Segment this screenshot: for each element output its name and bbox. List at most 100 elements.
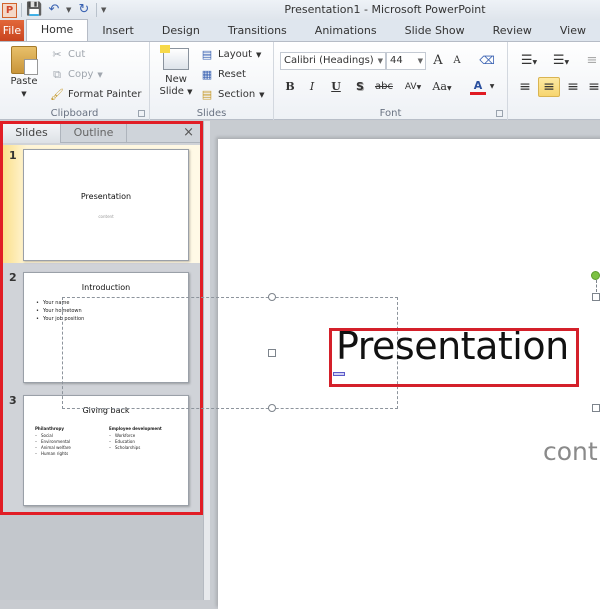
bold-icon: B xyxy=(285,80,295,93)
text-shadow-icon: S xyxy=(356,80,364,93)
slide-thumbnail[interactable]: Giving back Philanthropy Social Environm… xyxy=(23,395,189,506)
bullets-icon: ☰ xyxy=(520,53,533,68)
resize-handle-top-right[interactable] xyxy=(592,293,600,301)
tab-slide-show[interactable]: Slide Show xyxy=(391,20,479,41)
thumb-title: Introduction xyxy=(81,283,131,292)
font-size-value: 44 xyxy=(390,55,403,66)
paragraph-group: ☰▼ ☰▼ ≡ ≡ ≡ ≡ ≡ xyxy=(508,42,600,120)
font-name-value: Calibri (Headings) xyxy=(284,55,374,66)
numbering-button[interactable]: ☰▼ xyxy=(548,52,574,70)
tab-transitions[interactable]: Transitions xyxy=(214,20,301,41)
font-color-dropdown-icon[interactable]: ▼ xyxy=(488,78,496,96)
font-size-select[interactable]: 44 ▼ xyxy=(386,52,426,70)
grow-font-icon: A xyxy=(433,53,443,68)
slide-thumbnail[interactable]: Presentation content xyxy=(23,149,189,261)
format-painter-button[interactable]: 🖌 Format Painter xyxy=(50,87,141,103)
slide-thumbnail-row-1[interactable]: 1 Presentation content xyxy=(3,145,200,263)
font-group: Calibri (Headings) ▼ 44 ▼ A A ⌫ B I U S … xyxy=(274,42,508,120)
italic-button[interactable]: I xyxy=(304,78,320,96)
font-color-button[interactable]: A xyxy=(470,78,486,95)
slides-group: New Slide ▼ ▤ Layout ▼ ▦ Reset ▤ Section… xyxy=(150,42,274,120)
new-slide-dropdown-icon: ▼ xyxy=(187,88,193,96)
slide-number: 2 xyxy=(9,271,17,284)
slides-group-label: Slides xyxy=(196,108,227,119)
new-slide-button[interactable]: New Slide ▼ xyxy=(156,45,196,98)
text-shadow-button[interactable]: S xyxy=(352,78,368,96)
strikethrough-button[interactable]: abc xyxy=(374,78,394,96)
thumb-column-item: Human rights xyxy=(35,451,71,457)
section-icon: ▤ xyxy=(201,88,213,101)
section-dropdown-icon: ▼ xyxy=(259,91,265,99)
case-dropdown-icon: ▼ xyxy=(446,85,452,92)
paste-icon xyxy=(11,46,38,75)
clipboard-dialog-launcher[interactable] xyxy=(138,110,145,117)
underline-button[interactable]: U xyxy=(328,78,344,96)
resize-handle-bottom-left[interactable] xyxy=(268,404,276,412)
tab-slides[interactable]: Slides xyxy=(3,124,61,143)
layout-label: Layout xyxy=(218,49,252,60)
strikethrough-icon: abc xyxy=(375,81,393,92)
close-pane-icon[interactable]: × xyxy=(183,125,194,140)
tab-file[interactable]: File xyxy=(0,20,24,41)
section-button[interactable]: ▤ Section ▼ xyxy=(200,87,265,103)
align-right-button[interactable]: ≡ xyxy=(564,78,582,96)
new-slide-label-1: New xyxy=(165,74,187,85)
copy-icon: ⧉ xyxy=(53,68,61,81)
layout-button[interactable]: ▤ Layout ▼ xyxy=(200,47,262,63)
change-case-icon: Aa xyxy=(432,80,447,93)
new-slide-label-2: Slide xyxy=(159,86,184,97)
bullets-dropdown-icon: ▼ xyxy=(532,59,538,66)
slide-number: 1 xyxy=(9,149,17,162)
font-dialog-launcher[interactable] xyxy=(496,110,503,117)
font-color-icon: A xyxy=(473,79,483,92)
resize-handle-bottom-right[interactable] xyxy=(592,404,600,412)
thumb-column-item: Scholarships xyxy=(109,445,162,451)
copy-dropdown-icon: ▼ xyxy=(97,71,103,79)
font-name-select[interactable]: Calibri (Headings) ▼ xyxy=(280,52,386,70)
slide-number: 3 xyxy=(9,394,17,407)
font-group-label: Font xyxy=(379,108,402,119)
reset-button[interactable]: ▦ Reset xyxy=(200,67,246,83)
paste-button[interactable]: Paste ▼ xyxy=(6,46,42,100)
slide-subtitle-text[interactable]: cont xyxy=(543,437,598,466)
justify-button[interactable]: ≡ xyxy=(586,78,600,96)
tab-outline[interactable]: Outline xyxy=(61,124,127,143)
tab-animations[interactable]: Animations xyxy=(301,20,391,41)
cut-label: Cut xyxy=(68,49,86,60)
font-size-dropdown-icon: ▼ xyxy=(417,57,423,65)
tab-insert[interactable]: Insert xyxy=(88,20,148,41)
justify-icon: ≡ xyxy=(588,79,600,95)
title-highlight-frame xyxy=(329,328,579,387)
bold-button[interactable]: B xyxy=(282,78,298,96)
rotation-handle[interactable] xyxy=(591,271,600,280)
thumb-title: Presentation xyxy=(80,192,132,201)
layout-icon: ▤ xyxy=(201,48,213,61)
decrease-indent-button[interactable]: ≡ xyxy=(584,52,600,70)
change-case-button[interactable]: Aa▼ xyxy=(430,78,454,96)
character-spacing-button[interactable]: AV▼ xyxy=(400,78,426,96)
copy-button[interactable]: ⧉ Copy ▼ xyxy=(50,67,103,83)
title-bar: P 💾 ↶ ▼ ↻ ▼ Presentation1 - Microsoft Po… xyxy=(0,0,600,20)
thumb-column-heading: Philanthropy xyxy=(35,426,65,431)
tab-view[interactable]: View xyxy=(546,20,600,41)
bullets-button[interactable]: ☰▼ xyxy=(516,52,542,70)
align-left-button[interactable]: ≡ xyxy=(516,78,534,96)
clear-formatting-button[interactable]: ⌫ xyxy=(478,52,496,70)
paste-label: Paste xyxy=(10,76,38,87)
resize-handle-left[interactable] xyxy=(268,349,276,357)
shrink-font-button[interactable]: A xyxy=(450,52,464,70)
numbering-dropdown-icon: ▼ xyxy=(564,59,570,66)
resize-handle-top-left[interactable] xyxy=(268,293,276,301)
thumb-column-left: Philanthropy Social Environmental Animal… xyxy=(35,426,71,457)
align-right-icon: ≡ xyxy=(567,79,579,95)
tab-design[interactable]: Design xyxy=(148,20,214,41)
italic-icon: I xyxy=(309,80,315,93)
tab-home[interactable]: Home xyxy=(25,19,89,41)
tab-review[interactable]: Review xyxy=(479,20,546,41)
cut-button[interactable]: ✂ Cut xyxy=(50,47,85,63)
font-name-dropdown-icon: ▼ xyxy=(377,57,383,65)
reset-icon: ▦ xyxy=(201,68,213,81)
spacing-dropdown-icon: ▼ xyxy=(416,84,422,91)
grow-font-button[interactable]: A xyxy=(430,52,446,70)
align-center-button[interactable]: ≡ xyxy=(538,77,560,97)
